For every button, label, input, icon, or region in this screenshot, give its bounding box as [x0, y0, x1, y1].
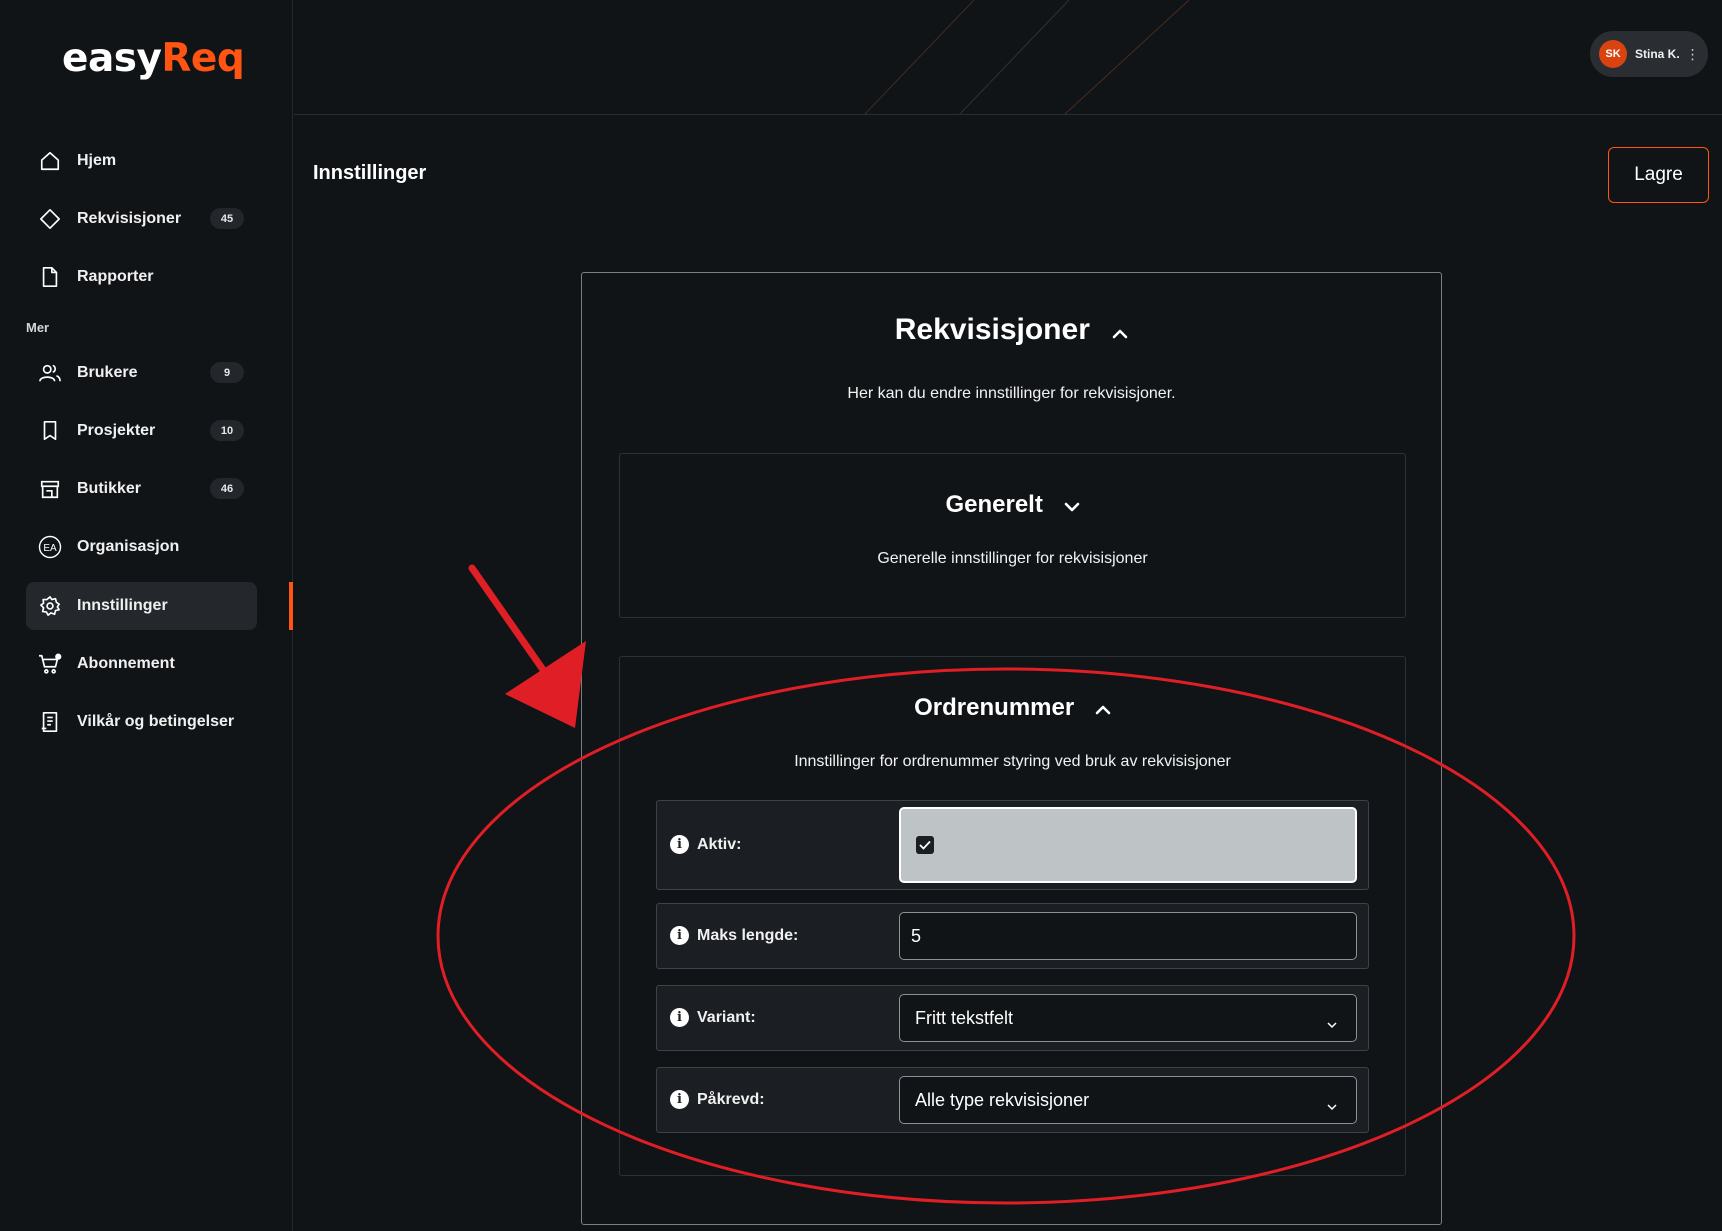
sidebar-item-label: Hjem — [77, 152, 117, 169]
terms-icon — [37, 709, 63, 735]
variant-value: Fritt tekstfelt — [915, 1007, 1014, 1028]
store-icon — [37, 476, 63, 502]
info-icon[interactable]: i — [670, 926, 689, 945]
count-badge: 46 — [210, 478, 244, 499]
annotation-arrow-shaft — [468, 564, 550, 678]
field-label: Aktiv: — [697, 835, 742, 853]
avatar: SK — [1599, 40, 1627, 68]
info-icon[interactable]: i — [670, 835, 689, 854]
document-icon — [37, 264, 63, 290]
field-label: Variant: — [697, 1008, 756, 1026]
count-badge: 9 — [210, 362, 244, 383]
variant-label: i Variant: — [670, 1008, 756, 1027]
subsection-description: Generelle innstillinger for rekvisisjone… — [877, 550, 1148, 567]
required-row: i Påkrevd: Alle type rekvisisjoner — [656, 1067, 1369, 1133]
sidebar-item-label: Innstillinger — [77, 597, 168, 614]
sidebar-item-prosjekter[interactable]: Prosjekter 10 — [26, 407, 257, 455]
required-label: i Påkrevd: — [670, 1090, 765, 1109]
max-length-input[interactable]: 5 — [899, 912, 1357, 960]
header-decoration — [864, 0, 1190, 114]
home-icon — [37, 148, 63, 174]
active-row: i Aktiv: — [656, 800, 1369, 890]
sidebar-item-vilkar[interactable]: Vilkår og betingelser — [26, 698, 257, 746]
order-number-subsection: Ordrenummer Innstillinger for ordrenumme… — [619, 656, 1406, 1176]
sidebar-item-rapporter[interactable]: Rapporter — [26, 253, 257, 301]
variant-row: i Variant: Fritt tekstfelt — [656, 985, 1369, 1051]
diamond-icon — [37, 206, 63, 232]
sidebar-item-hjem[interactable]: Hjem — [26, 137, 257, 185]
sidebar-item-abonnement[interactable]: Abonnement — [26, 640, 257, 688]
checkmark-icon — [919, 840, 931, 850]
section-description: Her kan du endre innstillinger for rekvi… — [847, 385, 1176, 402]
logo-text-req: Req — [161, 36, 245, 81]
bookmark-icon — [37, 418, 63, 444]
active-checkbox-field[interactable] — [899, 807, 1357, 883]
field-label: Påkrevd: — [697, 1090, 765, 1108]
more-vertical-icon: ⋮ — [1685, 45, 1700, 62]
logo[interactable]: easyReq — [62, 36, 245, 81]
requisitions-settings-panel: Rekvisisjoner Her kan du endre innstilli… — [581, 272, 1442, 1225]
sidebar-item-label: Brukere — [77, 364, 138, 381]
active-label: i Aktiv: — [670, 835, 741, 854]
users-icon — [37, 360, 63, 386]
sidebar-item-rekvisisjoner[interactable]: Rekvisisjoner 45 — [26, 195, 257, 243]
sidebar-item-label: Rekvisisjoner — [77, 210, 182, 227]
sidebar-item-organisasjon[interactable]: EA Organisasjon — [26, 523, 257, 571]
sidebar-section-label: Mer — [26, 320, 50, 335]
sidebar: easyReq Hjem Rekvisisjoner 45 Rapporter … — [0, 0, 293, 1231]
sidebar-item-label: Vilkår og betingelser — [77, 713, 235, 730]
required-select[interactable]: Alle type rekvisisjoner — [899, 1076, 1357, 1124]
save-button[interactable]: Lagre — [1608, 147, 1709, 203]
sidebar-item-label: Organisasjon — [77, 538, 180, 555]
sidebar-item-label: Rapporter — [77, 268, 154, 285]
max-length-label: i Maks lengde: — [670, 926, 798, 945]
sidebar-item-label: Abonnement — [77, 655, 175, 672]
sidebar-item-innstillinger[interactable]: Innstillinger — [26, 582, 257, 630]
sidebar-item-label: Prosjekter — [77, 422, 156, 439]
sidebar-item-brukere[interactable]: Brukere 9 — [26, 349, 257, 397]
page-title: Innstillinger — [313, 162, 427, 184]
variant-select[interactable]: Fritt tekstfelt — [899, 994, 1357, 1042]
logo-text-easy: easy — [62, 36, 162, 81]
field-label: Maks lengde: — [697, 926, 799, 944]
sidebar-item-butikker[interactable]: Butikker 46 — [26, 465, 257, 513]
user-name: Stina K. — [1635, 47, 1680, 61]
user-menu[interactable]: SK Stina K. ⋮ — [1590, 31, 1708, 77]
subsection-title: Ordrenummer — [914, 694, 1075, 721]
top-bar: SK Stina K. ⋮ — [294, 0, 1722, 115]
count-badge: 45 — [210, 208, 244, 229]
chevron-down-icon — [1326, 1013, 1338, 1034]
required-value: Alle type rekvisisjoner — [915, 1089, 1090, 1110]
active-checkbox[interactable] — [916, 836, 934, 854]
svg-text:EA: EA — [43, 543, 57, 554]
chevron-up-icon — [1112, 314, 1128, 348]
max-length-value: 5 — [911, 925, 922, 946]
chevron-up-icon — [1095, 695, 1111, 723]
subsection-title: Generelt — [945, 491, 1043, 518]
max-length-row: i Maks lengde: 5 — [656, 903, 1369, 969]
section-title: Rekvisisjoner — [894, 313, 1090, 346]
order-number-section-header[interactable]: Ordrenummer — [620, 694, 1405, 723]
info-icon[interactable]: i — [670, 1008, 689, 1027]
info-icon[interactable]: i — [670, 1090, 689, 1109]
chevron-down-icon — [1064, 492, 1080, 520]
annotation-arrow-head — [505, 641, 586, 728]
organization-icon: EA — [37, 534, 63, 560]
count-badge: 10 — [210, 420, 244, 441]
general-subsection: Generelt Generelle innstillinger for rek… — [619, 453, 1406, 618]
subsection-description: Innstillinger for ordrenummer styring ve… — [794, 753, 1231, 770]
chevron-down-icon — [1326, 1095, 1338, 1116]
gear-icon — [37, 593, 63, 619]
requisitions-section-header[interactable]: Rekvisisjoner — [582, 313, 1441, 348]
cart-icon — [37, 651, 63, 677]
sidebar-item-label: Butikker — [77, 480, 142, 497]
general-section-header[interactable]: Generelt — [620, 491, 1405, 520]
active-indicator — [289, 582, 293, 630]
